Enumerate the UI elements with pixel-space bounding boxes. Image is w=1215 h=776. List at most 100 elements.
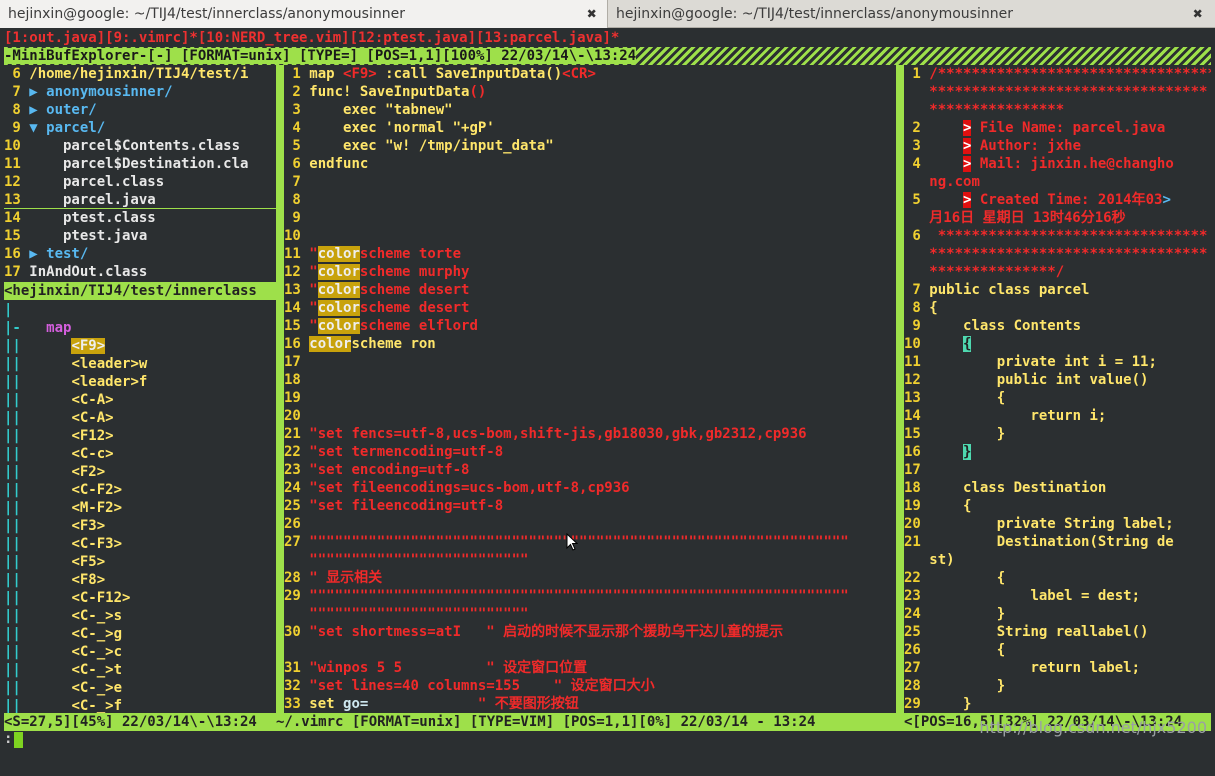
code-line[interactable]: 26: [284, 515, 896, 533]
code-line[interactable]: 4 > Mail: jinxin.he@changho: [904, 155, 1211, 173]
code-line[interactable]: ****************: [904, 101, 1211, 119]
tree-node[interactable]: 17 InAndOut.class: [4, 263, 276, 281]
tree-node[interactable]: 11 parcel$Destination.cla: [4, 155, 276, 173]
code-line[interactable]: *********************************: [904, 83, 1211, 101]
code-line[interactable]: 5 exec "w! /tmp/input_data": [284, 137, 896, 155]
code-line[interactable]: 14 return i;: [904, 407, 1211, 425]
map-entry[interactable]: || <C-_>f: [4, 697, 276, 713]
map-entry[interactable]: |: [4, 301, 276, 319]
code-line[interactable]: 17: [904, 461, 1211, 479]
code-line[interactable]: 月16日 星期日 13时46分16秒: [904, 209, 1211, 227]
map-entry[interactable]: || <F12>: [4, 427, 276, 445]
code-line[interactable]: 15 }: [904, 425, 1211, 443]
vertical-split[interactable]: [276, 65, 284, 731]
code-line[interactable]: 22 "set termencoding=utf-8: [284, 443, 896, 461]
code-line[interactable]: 9 class Contents: [904, 317, 1211, 335]
code-line[interactable]: 23 label = dest;: [904, 587, 1211, 605]
vim-editor[interactable]: [1:out.java][9:.vimrc]*[10:NERD_tree.vim…: [0, 29, 1215, 769]
code-line[interactable]: 10 {: [904, 335, 1211, 353]
tree-node[interactable]: 12 parcel.class: [4, 173, 276, 191]
tree-node[interactable]: 10 parcel$Contents.class: [4, 137, 276, 155]
code-line[interactable]: 11 "colorscheme torte: [284, 245, 896, 263]
code-line[interactable]: 7 public class parcel: [904, 281, 1211, 299]
code-line[interactable]: 9: [284, 209, 896, 227]
map-entry[interactable]: || <C-_>c: [4, 643, 276, 661]
terminal-tab-1[interactable]: hejinxin@google: ~/TIJ4/test/innerclass/…: [0, 0, 607, 28]
code-line[interactable]: 32 "set lines=40 columns=155 " 设定窗口大小: [284, 677, 896, 695]
tree-node[interactable]: 7 ▶ anonymousinner/: [4, 83, 276, 101]
command-line[interactable]: :: [4, 731, 404, 749]
code-line[interactable]: 1 map <F9> :call SaveInputData()<CR>: [284, 65, 896, 83]
code-line[interactable]: """""""""""""""""""""""""": [284, 605, 896, 623]
code-line[interactable]: 12 "colorscheme murphy: [284, 263, 896, 281]
tree-node[interactable]: 6 /home/hejinxin/TIJ4/test/i: [4, 65, 276, 83]
code-line[interactable]: """""""""""""""""""""""""": [284, 551, 896, 569]
code-line[interactable]: 23 "set encoding=utf-8: [284, 461, 896, 479]
map-entry[interactable]: || <F9>: [4, 337, 276, 355]
map-entry[interactable]: |- map: [4, 319, 276, 337]
map-entry[interactable]: || <C-F2>: [4, 481, 276, 499]
code-line[interactable]: 27 return label;: [904, 659, 1211, 677]
code-line[interactable]: 31 "winpos 5 5 " 设定窗口位置: [284, 659, 896, 677]
code-line[interactable]: 3 > Author: jxhe: [904, 137, 1211, 155]
code-line[interactable]: 28 }: [904, 677, 1211, 695]
code-line[interactable]: 17: [284, 353, 896, 371]
map-entry[interactable]: || <C-F3>: [4, 535, 276, 553]
map-entry[interactable]: || <F5>: [4, 553, 276, 571]
map-entry[interactable]: || <C-A>: [4, 391, 276, 409]
code-line[interactable]: 21 Destination(String de: [904, 533, 1211, 551]
code-line[interactable]: *********************************: [904, 245, 1211, 263]
code-line[interactable]: 25 String reallabel(): [904, 623, 1211, 641]
code-line[interactable]: 3 exec "tabnew": [284, 101, 896, 119]
code-line[interactable]: 6 endfunc: [284, 155, 896, 173]
code-line[interactable]: 27 """""""""""""""""""""""""""""""""""""…: [284, 533, 896, 551]
code-line[interactable]: 25 "set fileencoding=utf-8: [284, 497, 896, 515]
code-line[interactable]: 22 {: [904, 569, 1211, 587]
code-line[interactable]: ***************/: [904, 263, 1211, 281]
vertical-split[interactable]: [896, 65, 904, 731]
map-entry[interactable]: || <C-c>: [4, 445, 276, 463]
map-entry[interactable]: || <C-A>: [4, 409, 276, 427]
code-line[interactable]: 13 "colorscheme desert: [284, 281, 896, 299]
code-line[interactable]: 8: [284, 191, 896, 209]
map-list-pane[interactable]: | |- map || <F9> || <leader>w || <leader>f ||…: [4, 301, 276, 713]
code-line[interactable]: 14 "colorscheme desert: [284, 299, 896, 317]
vimrc-pane[interactable]: 1 map <F9> :call SaveInputData()<CR> 2 f…: [284, 65, 896, 713]
code-line[interactable]: 8 {: [904, 299, 1211, 317]
code-line[interactable]: 24 }: [904, 605, 1211, 623]
code-line[interactable]: 13 {: [904, 389, 1211, 407]
code-line[interactable]: 21 "set fencs=utf-8,ucs-bom,shift-jis,gb…: [284, 425, 896, 443]
code-line[interactable]: 28 " 显示相关: [284, 569, 896, 587]
code-line[interactable]: ng.com: [904, 173, 1211, 191]
tab-close-icon[interactable]: ✖: [584, 0, 600, 28]
map-entry[interactable]: || <leader>w: [4, 355, 276, 373]
code-line[interactable]: 19: [284, 389, 896, 407]
code-line[interactable]: [284, 641, 896, 659]
code-line[interactable]: 15 "colorscheme elflord: [284, 317, 896, 335]
map-entry[interactable]: || <leader>f: [4, 373, 276, 391]
code-line[interactable]: 18 class Destination: [904, 479, 1211, 497]
java-pane[interactable]: 1 /********************************* ***…: [904, 65, 1211, 713]
code-line[interactable]: 10: [284, 227, 896, 245]
code-line[interactable]: 20: [284, 407, 896, 425]
code-line[interactable]: 29 """""""""""""""""""""""""""""""""""""…: [284, 587, 896, 605]
code-line[interactable]: 11 private int i = 11;: [904, 353, 1211, 371]
map-entry[interactable]: || <M-F2>: [4, 499, 276, 517]
map-entry[interactable]: || <F3>: [4, 517, 276, 535]
map-entry[interactable]: || <C-_>s: [4, 607, 276, 625]
code-line[interactable]: 2 func! SaveInputData(): [284, 83, 896, 101]
code-line[interactable]: 5 > Created Time: 2014年03>: [904, 191, 1211, 209]
code-line[interactable]: 29 }: [904, 695, 1211, 713]
minibuf-buffer-list[interactable]: [1:out.java][9:.vimrc]*[10:NERD_tree.vim…: [4, 29, 1211, 47]
tree-node[interactable]: 9 ▼ parcel/: [4, 119, 276, 137]
tab-close-icon[interactable]: ✖: [1190, 0, 1206, 28]
code-line[interactable]: 30 "set shortmess=atI " 启动的时候不显示那个援助乌干达儿…: [284, 623, 896, 641]
map-entry[interactable]: || <C-_>t: [4, 661, 276, 679]
code-line[interactable]: 4 exec 'normal "+gP': [284, 119, 896, 137]
map-entry[interactable]: || <C-_>g: [4, 625, 276, 643]
code-line[interactable]: 33 set go= " 不要图形按钮: [284, 695, 896, 713]
code-line[interactable]: 26 {: [904, 641, 1211, 659]
code-line[interactable]: 2 > File Name: parcel.java: [904, 119, 1211, 137]
tree-node[interactable]: 16 ▶ test/: [4, 245, 276, 263]
code-line[interactable]: 6 ********************************: [904, 227, 1211, 245]
